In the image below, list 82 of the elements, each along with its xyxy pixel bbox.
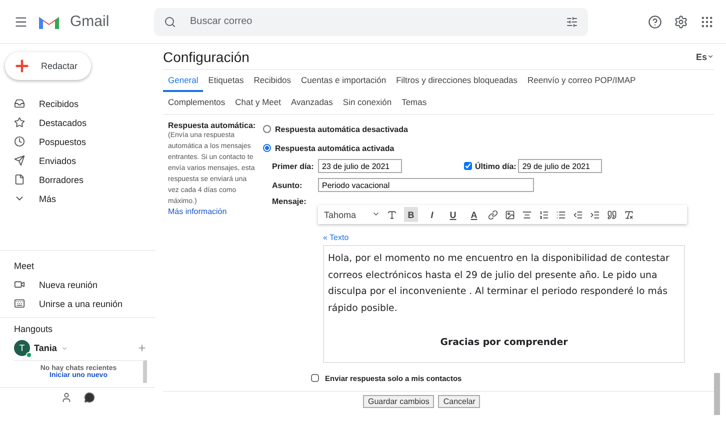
compose-button[interactable]: Redactar	[5, 52, 91, 80]
settings-tab[interactable]: Temas	[396, 92, 432, 114]
text-size-icon[interactable]	[387, 210, 397, 220]
caret-icon	[707, 52, 714, 60]
app-name: Gmail	[70, 13, 110, 30]
settings-tab[interactable]: Etiquetas	[203, 70, 249, 92]
help-icon[interactable]	[648, 14, 662, 28]
indent-less-icon[interactable]	[573, 210, 583, 220]
user-name[interactable]: Tania	[34, 343, 57, 353]
avatar: T	[14, 340, 30, 356]
nav-item[interactable]: Enviados	[39, 156, 76, 166]
send-icon	[14, 155, 25, 166]
settings-tab[interactable]: Recibidos	[248, 70, 296, 92]
remove-formatting-icon[interactable]	[624, 210, 634, 220]
video-camera-icon	[14, 279, 25, 290]
radio-option[interactable]: Respuesta automática activada	[263, 140, 714, 156]
nav-item[interactable]: Pospuestos	[39, 136, 86, 146]
nav-item[interactable]: Destacados	[39, 118, 87, 128]
filter-icon[interactable]	[566, 16, 578, 28]
field-label: Asunto:	[272, 180, 304, 190]
plus-icon	[13, 57, 31, 75]
inbox-icon	[14, 98, 25, 109]
nav-item[interactable]: Recibidos	[39, 98, 79, 108]
settings-tab[interactable]: Avanzadas	[286, 92, 338, 114]
settings-tab[interactable]: Chat y Meet	[230, 92, 286, 114]
settings-tab[interactable]: Cuentas e importación	[296, 70, 392, 92]
settings-tab[interactable]: Filtros y direcciones bloqueadas	[391, 70, 523, 92]
section-title: Hangouts	[13, 324, 54, 336]
clock-icon	[14, 136, 25, 147]
date-field[interactable]: 29 de julio de 2021	[518, 159, 602, 173]
save-button[interactable]: Guardar cambios	[363, 394, 434, 408]
link-icon[interactable]	[488, 210, 498, 220]
checkbox[interactable]	[464, 162, 472, 170]
cancel-button[interactable]: Cancelar	[438, 394, 480, 408]
date-field[interactable]: 23 de julio de 2021	[318, 159, 402, 173]
format-button[interactable]: B	[404, 207, 418, 222]
page-title: Configuración	[163, 48, 250, 64]
settings-tab[interactable]: General	[163, 70, 204, 92]
search-field[interactable]: Buscar correo	[188, 15, 554, 28]
image-icon[interactable]	[505, 210, 515, 220]
chat-icon[interactable]	[84, 392, 94, 403]
nav-item[interactable]: Nueva reunión	[39, 280, 98, 290]
message-editor[interactable]: Hola, por el momento no me encuentro en la disponibilidad de contestar correos electrónicos hasta el 29 de julio del presente año. Le pido una disculpa por el inconveniente . Al terminar el periodo responderé lo más rápido posible. Gracias por comprender	[323, 245, 685, 362]
field-label: Último día:	[475, 162, 516, 170]
format-button[interactable]: U	[446, 207, 460, 222]
settings-tab[interactable]: Complementos	[163, 92, 230, 114]
apps-icon[interactable]	[700, 14, 714, 28]
nav-item[interactable]: Más	[39, 194, 56, 204]
radio-option[interactable]: Respuesta automática desactivada	[263, 121, 714, 137]
keyboard-icon	[14, 298, 25, 309]
font-selector[interactable]: Tahoma	[324, 210, 380, 220]
format-button[interactable]: I	[425, 207, 439, 222]
language-selector[interactable]: Es	[696, 52, 714, 62]
document-icon	[14, 174, 25, 185]
bulleted-list-icon[interactable]	[556, 210, 566, 220]
scrollbar[interactable]	[714, 373, 720, 415]
settings-tab[interactable]: Sin conexión	[338, 92, 397, 114]
field-label: Respuesta automática:	[168, 121, 257, 130]
search-icon[interactable]	[164, 16, 176, 28]
radio-icon[interactable]	[263, 125, 271, 133]
person-icon[interactable]	[60, 392, 72, 403]
settings-tab[interactable]: Reenvío y correo POP/IMAP	[522, 70, 641, 92]
menu-icon[interactable]	[14, 14, 28, 28]
nav-item[interactable]: Unirse a una reunión	[39, 298, 123, 308]
field-label: Mensaje:	[272, 197, 308, 206]
search-bar[interactable]: Buscar correo	[154, 8, 588, 36]
quote-icon[interactable]	[607, 210, 617, 220]
align-icon[interactable]	[522, 210, 532, 220]
more-info-link[interactable]: Más información	[168, 207, 227, 216]
format-button[interactable]: A	[467, 207, 481, 222]
checkbox[interactable]	[311, 374, 319, 382]
section-title: Meet	[13, 261, 36, 273]
plain-text-link[interactable]: « Texto	[318, 227, 714, 242]
indent-more-icon[interactable]	[590, 210, 600, 220]
radio-icon[interactable]	[263, 144, 271, 152]
settings-icon[interactable]	[674, 14, 688, 28]
field-label: Primer día:	[272, 162, 315, 170]
plus-icon[interactable]	[137, 343, 147, 353]
subject-field[interactable]: Periodo vacacional	[318, 178, 534, 192]
nav-item[interactable]: Borradores	[39, 174, 84, 184]
numbered-list-icon[interactable]	[539, 210, 549, 220]
star-icon	[14, 117, 25, 128]
